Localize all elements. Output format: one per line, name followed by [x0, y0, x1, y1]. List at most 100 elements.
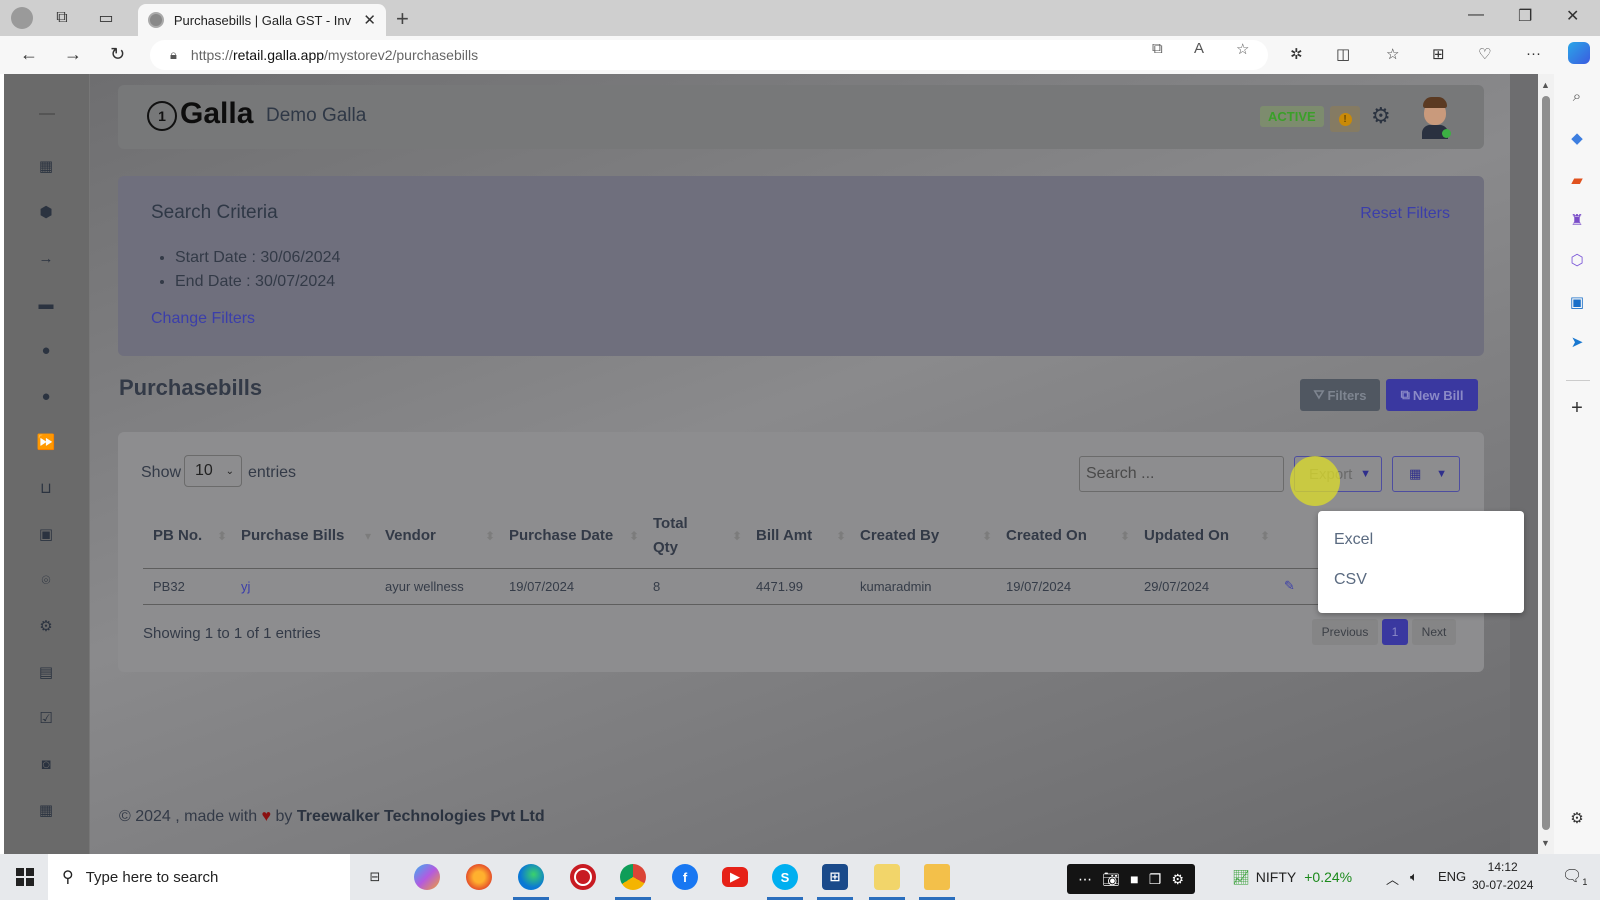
report-icon[interactable]: ▤ [37, 663, 55, 681]
copilot-icon[interactable] [1568, 42, 1590, 64]
workspaces-icon[interactable]: ⧉ [50, 6, 74, 30]
app-icon[interactable] [874, 864, 900, 890]
close-window-button[interactable]: ✕ [1566, 6, 1579, 26]
add-icon[interactable]: + [1567, 397, 1587, 419]
browser-essentials-icon[interactable]: ♡ [1478, 45, 1491, 63]
forward-icon[interactable]: → [64, 44, 82, 65]
scroll-down-arrow-icon[interactable]: ▼ [1541, 838, 1550, 848]
profile-icon[interactable] [10, 6, 34, 30]
microsoft-store-icon[interactable]: ⊞ [822, 864, 848, 890]
col-pb-no[interactable]: PB No. ⬍ [143, 504, 231, 569]
col-created-on[interactable]: Created On ⬍ [996, 504, 1134, 569]
pagination-page-1[interactable]: 1 [1382, 619, 1408, 645]
user-circle-icon[interactable]: ● [37, 341, 55, 359]
more-menu-icon[interactable]: ··· [1526, 45, 1541, 62]
camera-icon[interactable]: 📷︎ [1102, 871, 1120, 888]
capture-more-icon[interactable]: ⋯ [1078, 871, 1092, 888]
outlook-icon[interactable]: ▣ [1567, 292, 1587, 312]
telegram-icon[interactable]: ➤ [1567, 332, 1587, 352]
new-bill-button[interactable]: ⧉ New Bill [1386, 379, 1478, 411]
minimize-button[interactable]: — [1468, 6, 1484, 24]
shopping-tag-icon[interactable]: ◆ [1567, 128, 1587, 148]
facebook-icon[interactable]: f [672, 864, 698, 890]
reset-filters-link[interactable]: Reset Filters [1360, 205, 1450, 223]
col-purchase-date[interactable]: Purchase Date ⬍ [499, 504, 643, 569]
box-icon[interactable]: ⬢ [37, 203, 55, 221]
microsoft365-icon[interactable]: ⬡ [1567, 250, 1587, 270]
chrome-icon[interactable] [620, 864, 646, 890]
export-excel-option[interactable]: Excel [1334, 531, 1373, 549]
col-purchase-bills[interactable]: Purchase Bills ▾ [231, 504, 375, 569]
task-view-icon[interactable]: ⊟ [362, 864, 388, 890]
show-hidden-icons-chevron-icon[interactable]: ︿ [1386, 869, 1399, 888]
recorder-icon[interactable] [570, 864, 596, 890]
scrollbar-thumb[interactable] [1542, 96, 1550, 830]
edit-icon[interactable]: ✎ [1284, 578, 1295, 593]
taskbar-search-input[interactable]: ⚲ Type here to search [48, 854, 350, 900]
fast-forward-icon[interactable]: ⏩ [37, 433, 56, 451]
browser-tab-active[interactable]: Purchasebills | Galla GST - Inventory ✕ [138, 4, 386, 36]
search-icon[interactable]: ⌕ [1567, 86, 1587, 106]
close-tab-icon[interactable]: ✕ [363, 11, 376, 29]
lock-icon[interactable]: 🔒︎ [170, 47, 177, 63]
pagination-previous[interactable]: Previous [1312, 619, 1378, 645]
pagination-next[interactable]: Next [1412, 619, 1456, 645]
col-created-by[interactable]: Created By ⬍ [850, 504, 996, 569]
settings-icon[interactable]: ⚙ [37, 617, 55, 635]
gear-icon[interactable]: ⚙ [1371, 103, 1391, 129]
system-clock[interactable]: 14:12 30-07-2024 [1472, 858, 1533, 894]
extensions-icon[interactable]: ✲ [1290, 45, 1303, 63]
notifications-icon[interactable]: 🗨︎1 [1562, 866, 1587, 887]
location-pin-icon[interactable]: ⌾ [37, 571, 55, 589]
checkbox-icon[interactable]: ☑ [37, 709, 55, 727]
open-in-app-icon[interactable]: ⧉ [1152, 40, 1163, 57]
collections-icon[interactable]: ⊞ [1432, 45, 1445, 63]
sidebar-collapse-handle[interactable] [39, 113, 55, 115]
coupon-icon[interactable]: ▬ [37, 295, 55, 313]
favorite-star-icon[interactable]: ☆ [1236, 40, 1249, 58]
avatar[interactable] [1418, 97, 1452, 139]
copilot-app-icon[interactable] [414, 864, 440, 890]
column-visibility-button[interactable]: ▦ ▼ [1392, 456, 1460, 492]
skype-icon[interactable]: S [772, 864, 798, 890]
dashboard-icon[interactable]: ▦ [37, 157, 55, 175]
stock-widget[interactable]: 📈︎ NIFTY +0.24% [1232, 869, 1352, 886]
warning-button[interactable]: ! [1330, 106, 1360, 132]
col-total-qty[interactable]: Total Qty ⬍ [643, 504, 746, 569]
page-scrollbar[interactable]: ▲ ▼ [1538, 74, 1554, 854]
games-icon[interactable]: ♜ [1567, 210, 1587, 230]
capture-settings-icon[interactable]: ⚙ [1171, 871, 1184, 888]
search-input[interactable] [1079, 456, 1284, 492]
volume-icon[interactable]: 🔈︎ [1410, 869, 1418, 885]
firefox-icon[interactable] [466, 864, 492, 890]
edge-browser-icon[interactable] [518, 864, 544, 890]
page-size-select[interactable]: 10 ⌄ [184, 455, 242, 487]
scroll-up-arrow-icon[interactable]: ▲ [1541, 80, 1550, 90]
url-input[interactable]: 🔒︎ https://retail.galla.app/mystorev2/pu… [150, 40, 1268, 70]
export-csv-option[interactable]: CSV [1334, 571, 1367, 589]
new-tab-button[interactable]: + [396, 6, 409, 32]
contacts-icon[interactable]: ▣ [37, 525, 55, 543]
cell-purchase-bill-link[interactable]: yj [231, 568, 375, 605]
restore-button[interactable]: ❐ [1518, 6, 1532, 26]
tools-icon[interactable]: ▰ [1567, 170, 1587, 190]
arrow-right-icon[interactable]: → [37, 249, 55, 267]
favorites-icon[interactable]: ☆ [1386, 45, 1399, 63]
window-capture-icon[interactable]: ❐ [1149, 871, 1162, 888]
calendar-icon[interactable]: ▦ [37, 801, 55, 819]
vertical-tabs-icon[interactable]: ▭ [94, 6, 118, 30]
read-aloud-icon[interactable]: A [1194, 40, 1204, 57]
video-icon[interactable]: ■ [1130, 871, 1138, 887]
cash-icon[interactable]: ◙ [37, 755, 55, 773]
col-updated-on[interactable]: Updated On ⬍ [1134, 504, 1274, 569]
user-circle-icon[interactable]: ● [37, 387, 55, 405]
col-vendor[interactable]: Vendor ⬍ [375, 504, 499, 569]
refresh-icon[interactable]: ↻ [110, 44, 125, 65]
settings-icon[interactable]: ⚙ [1567, 808, 1587, 828]
col-bill-amt[interactable]: Bill Amt ⬍ [746, 504, 850, 569]
youtube-icon[interactable]: ▶ [722, 867, 748, 887]
language-indicator[interactable]: ENG [1438, 869, 1466, 884]
company-link[interactable]: Treewalker Technologies Pvt Ltd [297, 808, 545, 825]
split-screen-icon[interactable]: ◫ [1336, 45, 1350, 63]
back-icon[interactable]: ← [20, 44, 38, 65]
